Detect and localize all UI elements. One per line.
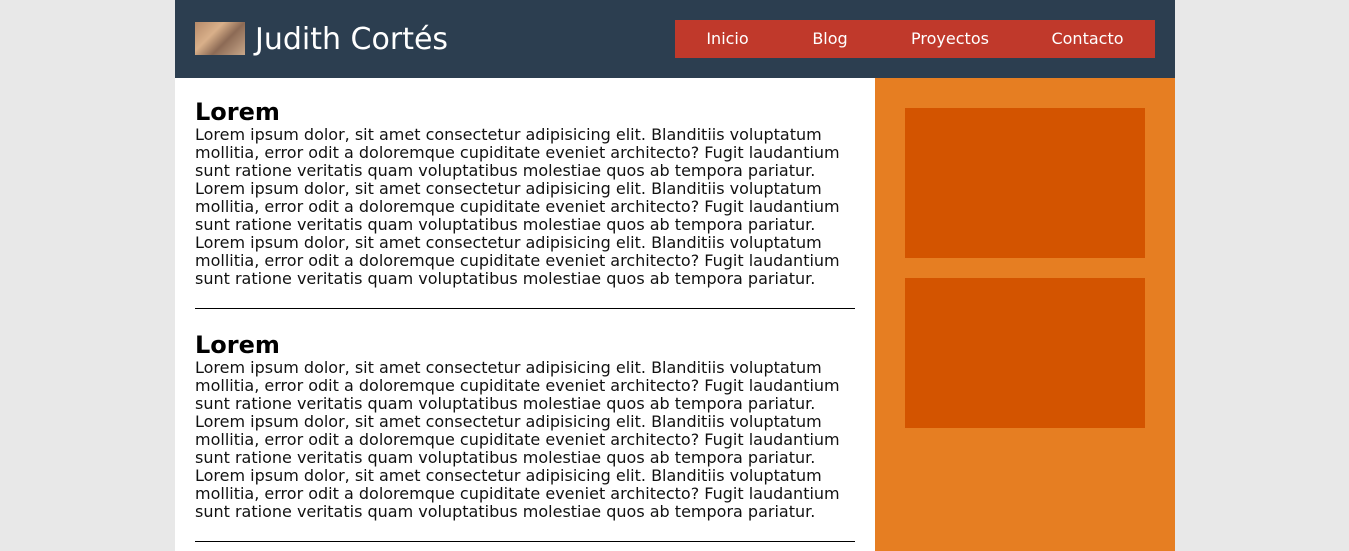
site-title[interactable]: Judith Cortés — [255, 20, 448, 60]
post-paragraph: Lorem ipsum dolor, sit amet consectetur … — [195, 125, 840, 180]
nav-item-contacto[interactable]: Contacto — [1020, 20, 1155, 58]
nav-item-blog[interactable]: Blog — [780, 20, 880, 58]
nav-item-inicio[interactable]: Inicio — [675, 20, 780, 58]
post-paragraph: Lorem ipsum dolor, sit amet consectetur … — [195, 412, 840, 467]
blog-post: Lorem Lorem ipsum dolor, sit amet consec… — [195, 78, 855, 309]
post-paragraph: Lorem ipsum dolor, sit amet consectetur … — [195, 233, 840, 288]
blog-post: Lorem Lorem ipsum dolor, sit amet consec… — [195, 309, 855, 542]
sidebar-widget — [905, 108, 1145, 258]
main-nav: Inicio Blog Proyectos Contacto — [675, 20, 1155, 58]
page-container: Judith Cortés Inicio Blog Proyectos Cont… — [175, 0, 1175, 551]
profile-photo[interactable] — [195, 22, 245, 55]
post-title: Lorem — [195, 98, 280, 126]
post-paragraph: Lorem ipsum dolor, sit amet consectetur … — [195, 466, 840, 521]
site-header: Judith Cortés Inicio Blog Proyectos Cont… — [175, 0, 1175, 78]
main-content: Lorem Lorem ipsum dolor, sit amet consec… — [195, 78, 855, 542]
sidebar-widget — [905, 278, 1145, 428]
post-paragraph: Lorem ipsum dolor, sit amet consectetur … — [195, 358, 840, 413]
nav-item-proyectos[interactable]: Proyectos — [880, 20, 1020, 58]
post-paragraph: Lorem ipsum dolor, sit amet consectetur … — [195, 179, 840, 234]
sidebar — [875, 78, 1175, 551]
post-title: Lorem — [195, 331, 280, 359]
